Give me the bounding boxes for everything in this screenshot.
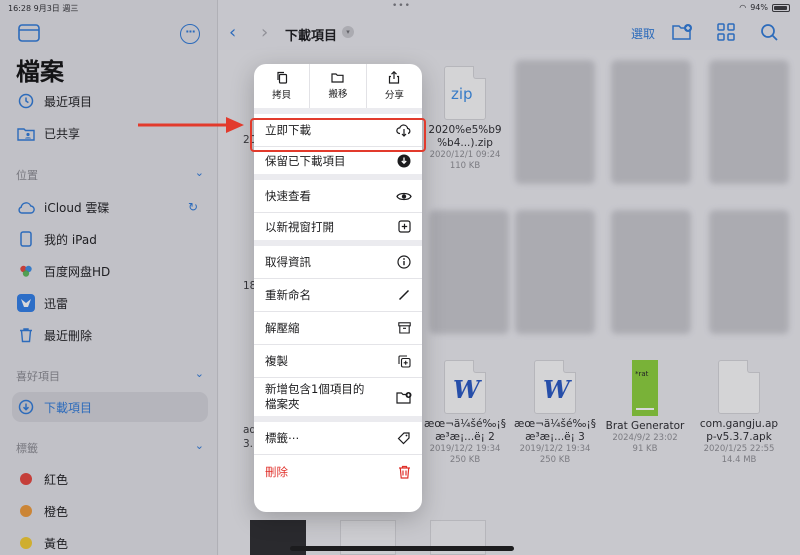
delete-item[interactable]: 刪除 (254, 455, 422, 488)
menu-item-label: 標籤⋯ (265, 431, 300, 445)
quick-look-item[interactable]: 快速查看 (254, 180, 422, 213)
info-icon (396, 254, 412, 270)
rename-item[interactable]: 重新命名 (254, 279, 422, 312)
pencil-icon (396, 287, 412, 303)
download-filled-icon (396, 153, 412, 169)
decompress-item[interactable]: 解壓縮 (254, 312, 422, 345)
home-indicator[interactable] (290, 546, 514, 551)
menu-top-actions: 拷貝 搬移 分享 (254, 64, 422, 114)
annotation-arrow-icon (138, 117, 244, 133)
tag-icon (396, 430, 412, 446)
archive-box-icon (396, 320, 412, 336)
folder-badge-plus-icon (396, 389, 412, 405)
tags-item[interactable]: 標籤⋯ (254, 422, 422, 455)
move-button[interactable]: 搬移 (310, 64, 367, 108)
annotation-highlight-box (250, 118, 426, 152)
menu-item-label: 複製 (265, 354, 288, 368)
copy-button[interactable]: 拷貝 (254, 64, 311, 108)
menu-item-label: 快速查看 (265, 189, 311, 203)
new-folder-with-item[interactable]: 新增包含1個項目的 檔案夾 (254, 378, 422, 422)
menu-item-label: 重新命名 (265, 288, 311, 302)
share-button[interactable]: 分享 (367, 64, 422, 108)
menu-item-label: 保留已下載項目 (265, 153, 346, 168)
duplicate-icon (396, 353, 412, 369)
menu-item-label: 以新視窗打開 (265, 219, 334, 234)
folder-icon (331, 73, 345, 83)
plus-square-icon (396, 219, 412, 235)
trash-icon (396, 464, 412, 480)
duplicate-item[interactable]: 複製 (254, 345, 422, 378)
get-info-item[interactable]: 取得資訊 (254, 246, 422, 279)
share-icon (389, 71, 400, 84)
action-label: 分享 (384, 90, 404, 101)
open-new-window-item[interactable]: 以新視窗打開 (254, 213, 422, 246)
action-label: 拷貝 (272, 90, 292, 101)
action-label: 搬移 (328, 89, 348, 100)
menu-item-label: 解壓縮 (265, 321, 300, 335)
menu-item-label: 新增包含1個項目的 檔案夾 (265, 382, 365, 411)
eye-icon (396, 188, 412, 204)
copy-icon (277, 71, 287, 84)
menu-item-label: 取得資訊 (265, 255, 311, 269)
menu-item-label: 刪除 (265, 464, 288, 479)
